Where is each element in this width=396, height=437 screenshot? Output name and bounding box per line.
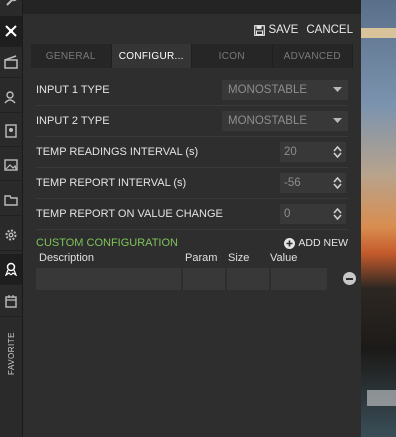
input2-type-row: INPUT 2 TYPE MONOSTABLE: [36, 106, 348, 137]
save-button[interactable]: SAVE: [253, 24, 299, 36]
sidebar-item-users[interactable]: [0, 82, 22, 113]
users-icon: [4, 91, 16, 104]
temp-report-value-change-value: 0: [284, 208, 291, 220]
temp-readings-interval-value: 20: [284, 146, 297, 158]
spinner-arrows-icon[interactable]: [333, 208, 342, 220]
sidebar-item-contacts[interactable]: [0, 116, 22, 147]
column-param: Param: [185, 252, 218, 264]
cancel-label: CANCEL: [306, 24, 353, 36]
caret-down-icon: [333, 87, 342, 92]
spinner-arrows-icon[interactable]: [333, 177, 342, 189]
left-sidebar: FAVORITE: [0, 0, 23, 437]
folder-icon: [4, 195, 18, 206]
plus-circle-icon: [284, 237, 296, 249]
award-ribbon-icon: [4, 262, 18, 276]
custom-config-header: CUSTOM CONFIGURATION ADD NEW: [36, 235, 348, 251]
tab-configuration[interactable]: CONFIGUR...: [111, 44, 192, 68]
column-description: Description: [39, 252, 95, 264]
caret-down-icon: [333, 118, 342, 123]
tab-general[interactable]: GENERAL: [31, 44, 112, 68]
sidebar-item-settings[interactable]: [0, 220, 22, 251]
value-input[interactable]: [271, 268, 327, 290]
sidebar-item-devices[interactable]: [0, 16, 22, 47]
calendar-icon: [5, 295, 17, 308]
clapper-icon: [4, 55, 18, 69]
wrench-icon: [6, 0, 17, 6]
size-input[interactable]: [227, 268, 269, 290]
input1-type-value: MONOSTABLE: [228, 84, 308, 96]
cancel-button[interactable]: CANCEL: [306, 24, 353, 36]
image-icon: [4, 159, 18, 171]
temp-readings-interval-row: TEMP READINGS INTERVAL (s) 20: [36, 137, 348, 168]
column-value: Value: [270, 252, 298, 264]
contact-card-icon: [5, 124, 17, 138]
panel-top-strip: [23, 0, 361, 14]
sidebar-item-calendar[interactable]: [0, 286, 22, 317]
temp-report-value-change-row: TEMP REPORT ON VALUE CHANGE 0: [36, 199, 348, 230]
temp-readings-interval-label: TEMP READINGS INTERVAL (s): [36, 146, 199, 158]
temp-report-value-change-label: TEMP REPORT ON VALUE CHANGE: [36, 208, 223, 220]
sidebar-item-favorite[interactable]: FAVORITE: [0, 318, 22, 388]
panel-actions: SAVE CANCEL: [253, 22, 353, 38]
temp-report-interval-value: -56: [284, 177, 301, 189]
gear-icon: [5, 229, 17, 241]
add-new-button[interactable]: ADD NEW: [284, 237, 348, 249]
tab-icon[interactable]: ICON: [192, 44, 273, 68]
column-size: Size: [228, 252, 250, 264]
floppy-disk-icon: [253, 24, 265, 36]
temp-readings-interval-stepper[interactable]: 20: [280, 142, 346, 162]
custom-config-column-headers: Description Param Size Value: [36, 252, 348, 266]
temp-report-interval-stepper[interactable]: -56: [280, 173, 346, 193]
config-tabs: GENERAL CONFIGUR... ICON ADVANCED: [31, 44, 353, 68]
description-input[interactable]: [36, 268, 181, 290]
tab-advanced[interactable]: ADVANCED: [273, 44, 353, 68]
add-new-label: ADD NEW: [298, 237, 348, 249]
input2-type-value: MONOSTABLE: [228, 115, 308, 127]
input2-type-label: INPUT 2 TYPE: [36, 115, 110, 127]
background-photo: [361, 0, 396, 437]
input1-type-row: INPUT 1 TYPE MONOSTABLE: [36, 75, 348, 106]
param-input[interactable]: [183, 268, 225, 290]
temp-report-interval-row: TEMP REPORT INTERVAL (s) -56: [36, 168, 348, 199]
spinner-arrows-icon[interactable]: [333, 146, 342, 158]
custom-config-title: CUSTOM CONFIGURATION: [36, 237, 178, 249]
sidebar-item-folders[interactable]: [0, 185, 22, 216]
remove-row-button[interactable]: [343, 272, 356, 285]
sidebar-item-scenes[interactable]: [0, 47, 22, 78]
sidebar-item-wrench[interactable]: [0, 0, 22, 17]
save-label: SAVE: [268, 24, 299, 36]
input2-type-select[interactable]: MONOSTABLE: [222, 111, 348, 131]
temp-report-value-change-stepper[interactable]: 0: [280, 204, 346, 224]
custom-config-row: [36, 268, 348, 292]
input1-type-select[interactable]: MONOSTABLE: [222, 80, 348, 100]
favorite-label: FAVORITE: [6, 331, 16, 375]
minus-icon: [346, 277, 353, 280]
sidebar-item-awards[interactable]: [0, 254, 22, 285]
input1-type-label: INPUT 1 TYPE: [36, 84, 110, 96]
device-config-panel: SAVE CANCEL GENERAL CONFIGUR... ICON ADV…: [23, 0, 361, 437]
temp-report-interval-label: TEMP REPORT INTERVAL (s): [36, 177, 187, 189]
expand-arrows-icon: [5, 25, 17, 37]
sidebar-item-gallery[interactable]: [0, 150, 22, 181]
